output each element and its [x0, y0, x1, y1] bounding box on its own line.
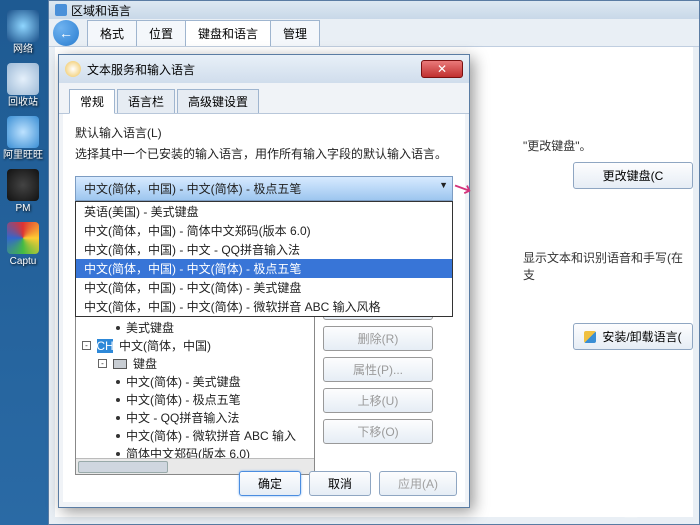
ok-button[interactable]: 确定 [239, 471, 301, 496]
display-lang-desc: 显示文本和识别语音和手写(在支 [523, 249, 693, 283]
tree-item[interactable]: 中文(简体) - 极点五笔 [116, 391, 308, 408]
desktop-icon-camera[interactable]: PM [2, 169, 44, 214]
dropdown-option[interactable]: 中文(简体，中国) - 中文(简体) - 美式键盘 [76, 278, 452, 297]
dropdown-option[interactable]: 英语(美国) - 美式键盘 [76, 202, 452, 221]
tab-keyboard-language[interactable]: 键盘和语言 [185, 20, 271, 46]
language-tree[interactable]: -键盘 美式键盘 -CH中文(简体，中国) -键盘 中文(简体) - 美式键盘 … [75, 295, 315, 475]
tab-advanced-keys[interactable]: 高级键设置 [177, 89, 259, 113]
watermark: 系统之家 [622, 502, 692, 519]
default-lang-label: 默认输入语言(L) [75, 124, 453, 141]
change-keyboard-button[interactable]: 更改键盘(C [573, 162, 693, 189]
parent-tabs: 格式 位置 键盘和语言 管理 [87, 20, 319, 46]
parent-title: 区域和语言 [71, 2, 131, 19]
scrollbar-thumb[interactable] [78, 461, 168, 473]
tree-buttons: 添加(D)... 删除(R) 属性(P)... 上移(U) 下移(O) [323, 295, 433, 475]
tree-cn-lang[interactable]: -CH中文(简体，中国) [82, 337, 308, 354]
shield-icon [584, 331, 596, 343]
tab-location[interactable]: 位置 [136, 20, 186, 46]
change-kb-hint: "更改键盘"。 [523, 137, 693, 154]
tree-cn-keyboard[interactable]: -键盘 [98, 355, 308, 372]
desktop: 网络 回收站 阿里旺旺 PM Captu 区域和语言 ← 格式 位置 键盘和语言… [0, 0, 700, 525]
dropdown-option-selected[interactable]: 中文(简体，中国) - 中文(简体) - 极点五笔 [76, 259, 452, 278]
window-icon [55, 4, 67, 16]
desktop-icon-aliww[interactable]: 阿里旺旺 [2, 116, 44, 161]
dialog-buttons: 确定 取消 应用(A) [239, 471, 457, 496]
desktop-icon-column: 网络 回收站 阿里旺旺 PM Captu [2, 10, 44, 275]
dropdown-option[interactable]: 中文(简体，中国) - 中文 - QQ拼音输入法 [76, 240, 452, 259]
child-tabs: 常规 语言栏 高级键设置 [59, 83, 469, 114]
move-up-button[interactable]: 上移(U) [323, 388, 433, 413]
tree-item[interactable]: 中文(简体) - 微软拼音 ABC 输入 [116, 427, 308, 444]
back-button[interactable]: ← [53, 20, 79, 46]
collapse-icon[interactable]: - [82, 341, 91, 350]
dropdown-option[interactable]: 中文(简体，中国) - 中文(简体) - 微软拼音 ABC 输入风格 [76, 297, 452, 316]
child-title: 文本服务和输入语言 [87, 61, 195, 78]
close-button[interactable]: ✕ [421, 60, 463, 78]
desktop-icon-recycle[interactable]: 回收站 [2, 63, 44, 108]
child-body: 默认输入语言(L) 选择其中一个已安装的输入语言，用作所有输入字段的默认输入语言… [63, 114, 465, 502]
text-services-window: 文本服务和输入语言 ✕ 常规 语言栏 高级键设置 默认输入语言(L) 选择其中一… [58, 54, 470, 508]
cancel-button[interactable]: 取消 [309, 471, 371, 496]
tab-language-bar[interactable]: 语言栏 [117, 89, 175, 113]
bullet-icon [116, 326, 120, 330]
default-language-dropdown[interactable]: ↘ 中文(简体，中国) - 中文(简体) - 极点五笔 英语(美国) - 美式键… [75, 176, 453, 201]
ch-badge-icon: CH [97, 339, 113, 353]
default-language-group: 默认输入语言(L) 选择其中一个已安装的输入语言，用作所有输入字段的默认输入语言… [75, 124, 453, 201]
parent-nav: ← 格式 位置 键盘和语言 管理 [49, 19, 699, 47]
default-lang-desc: 选择其中一个已安装的输入语言，用作所有输入字段的默认输入语言。 [75, 145, 453, 162]
desktop-icon-network[interactable]: 网络 [2, 10, 44, 55]
parent-titlebar[interactable]: 区域和语言 [49, 1, 699, 19]
move-down-button[interactable]: 下移(O) [323, 419, 433, 444]
tab-format[interactable]: 格式 [87, 20, 137, 46]
parent-right-panel: "更改键盘"。 更改键盘(C 显示文本和识别语音和手写(在支 安装/卸载语言( [523, 47, 693, 350]
dropdown-option[interactable]: 中文(简体，中国) - 简体中文郑码(版本 6.0) [76, 221, 452, 240]
keyboard-icon [113, 359, 127, 369]
house-icon [622, 504, 640, 518]
child-titlebar[interactable]: 文本服务和输入语言 ✕ [59, 55, 469, 83]
collapse-icon[interactable]: - [98, 359, 107, 368]
tree-item[interactable]: 中文(简体) - 美式键盘 [116, 373, 308, 390]
apply-button[interactable]: 应用(A) [379, 471, 457, 496]
globe-icon [65, 61, 81, 77]
tab-admin[interactable]: 管理 [270, 20, 320, 46]
desktop-icon-capture[interactable]: Captu [2, 222, 44, 267]
delete-button[interactable]: 删除(R) [323, 326, 433, 351]
tab-general[interactable]: 常规 [69, 89, 115, 114]
dropdown-list: 英语(美国) - 美式键盘 中文(简体，中国) - 简体中文郑码(版本 6.0)… [75, 201, 453, 317]
close-icon: ✕ [437, 62, 447, 76]
dropdown-selected[interactable]: 中文(简体，中国) - 中文(简体) - 极点五笔 [75, 176, 453, 201]
properties-button[interactable]: 属性(P)... [323, 357, 433, 382]
tree-en-us-kb[interactable]: 美式键盘 [116, 319, 308, 336]
install-language-button[interactable]: 安装/卸载语言( [573, 323, 693, 350]
installed-services-group: -键盘 美式键盘 -CH中文(简体，中国) -键盘 中文(简体) - 美式键盘 … [75, 295, 453, 475]
tree-item[interactable]: 中文 - QQ拼音输入法 [116, 409, 308, 426]
